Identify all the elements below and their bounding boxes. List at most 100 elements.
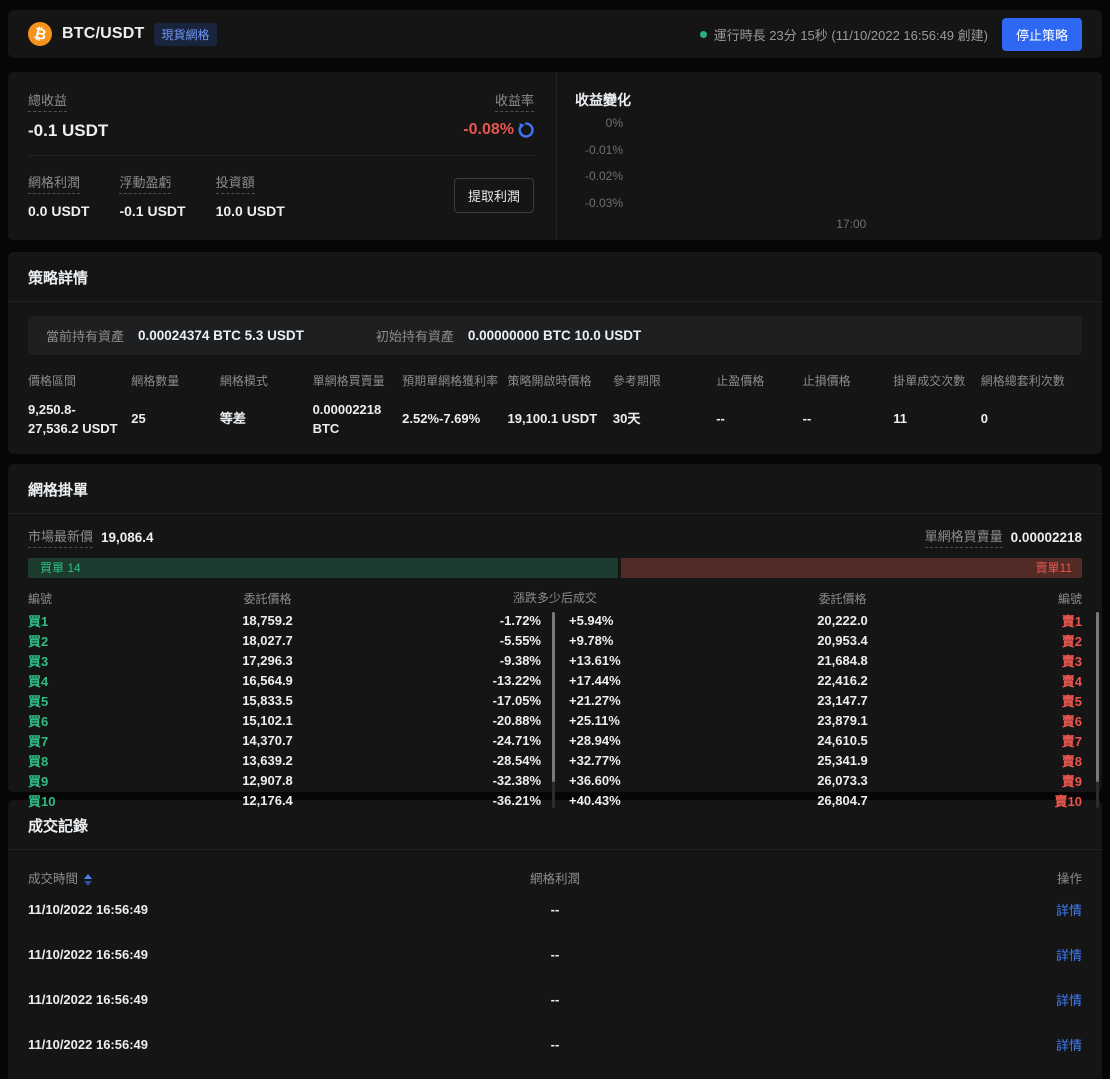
buy-order-row: 買515,833.5-17.05% — [28, 690, 555, 710]
order-price: 21,684.8 — [667, 653, 1018, 668]
order-price: 14,370.7 — [92, 733, 443, 748]
order-pct: +13.61% — [555, 653, 667, 668]
sort-icon[interactable] — [84, 874, 92, 886]
order-pct: +28.94% — [555, 733, 667, 748]
order-pct: +40.43% — [555, 793, 667, 808]
stat-investment: 投資額 10.0 USDT — [216, 172, 285, 219]
order-no: 賣10 — [1018, 791, 1082, 810]
stat-floating-pnl: 浮動盈虧 -0.1 USDT — [119, 172, 185, 219]
order-pct: -24.71% — [443, 733, 555, 748]
order-no: 賣4 — [1018, 671, 1082, 690]
order-no: 買6 — [28, 711, 92, 730]
details-link[interactable]: 詳情 — [1056, 1038, 1082, 1053]
order-price: 18,759.2 — [92, 613, 443, 628]
order-pct: +36.60% — [555, 773, 667, 788]
sell-order-row: +28.94%24,610.5賣7 — [555, 730, 1082, 750]
order-no: 賣3 — [1018, 651, 1082, 670]
chart-title: 收益變化 — [557, 72, 1102, 110]
holding-label: 初始持有資產 — [376, 326, 454, 345]
order-pct: -36.21% — [443, 793, 555, 808]
field-value: 2.52%-7.69% — [402, 410, 507, 430]
order-price: 26,804.7 — [667, 793, 1018, 808]
order-price: 13,639.2 — [92, 753, 443, 768]
field-value: 9,250.8-27,536.2 USDT — [28, 401, 131, 439]
running-dot-icon — [700, 31, 707, 38]
order-pct: -17.05% — [443, 693, 555, 708]
order-no: 賣5 — [1018, 691, 1082, 710]
per-grid-amount: 單網格買賣量 0.00002218 — [925, 526, 1082, 548]
field-label: 掛單成交次數 — [893, 372, 980, 389]
order-price: 20,222.0 — [667, 613, 1018, 628]
order-price: 22,416.2 — [667, 673, 1018, 688]
holdings-strip: 當前持有資產 0.00024374 BTC 5.3 USDT 初始持有資產 0.… — [28, 316, 1082, 355]
order-no: 賣7 — [1018, 731, 1082, 750]
field-value: -- — [716, 410, 802, 430]
buy-orders-list: 編號 委託價格 買118,759.2-1.72% 買218,027.7-5.55… — [28, 586, 555, 810]
order-pct: -20.88% — [443, 713, 555, 728]
field-value: 19,100.1 USDT — [508, 410, 613, 430]
withdraw-profit-button[interactable]: 提取利潤 — [454, 178, 534, 213]
sell-orders-bar: 賣單11 — [621, 558, 1082, 578]
field-value: 30天 — [613, 410, 716, 430]
column-header-no: 編號 — [1018, 590, 1082, 607]
section-title: 策略詳情 — [8, 252, 1102, 301]
order-pct: -13.22% — [443, 673, 555, 688]
divider — [8, 849, 1102, 850]
field-label: 網格總套利次數 — [981, 372, 1082, 389]
field-label: 網格模式 — [220, 372, 313, 389]
order-pct: -32.38% — [443, 773, 555, 788]
field-label: 參考期限 — [613, 372, 716, 389]
stop-strategy-button[interactable]: 停止策略 — [1002, 18, 1082, 51]
column-header-price: 委託價格 — [667, 590, 1018, 607]
order-price: 12,907.8 — [92, 773, 443, 788]
column-header-pct: 漲跌多少后成交 — [513, 586, 597, 610]
field-label: 止損價格 — [803, 372, 894, 389]
details-link[interactable]: 詳情 — [1056, 993, 1082, 1008]
scrollbar-thumb[interactable] — [1096, 612, 1099, 782]
sell-list-scrollbar[interactable] — [1096, 612, 1099, 808]
bitcoin-icon: ₿ — [28, 22, 52, 46]
stat-label: 投資額 — [216, 172, 255, 194]
order-pct: -1.72% — [443, 613, 555, 628]
order-no: 賣1 — [1018, 611, 1082, 630]
order-pct: +17.44% — [555, 673, 667, 688]
order-no: 買7 — [28, 731, 92, 750]
order-price: 17,296.3 — [92, 653, 443, 668]
sell-order-row: +17.44%22,416.2賣4 — [555, 670, 1082, 690]
stat-grid-profit: 網格利潤 0.0 USDT — [28, 172, 89, 219]
sell-order-row: +40.43%26,804.7賣10 — [555, 790, 1082, 810]
per-grid-value: 0.00002218 — [1011, 530, 1082, 545]
order-no: 買4 — [28, 671, 92, 690]
order-price: 12,176.4 — [92, 793, 443, 808]
order-no: 買9 — [28, 771, 92, 790]
per-grid-label: 單網格買賣量 — [925, 526, 1003, 548]
trade-records-panel: 成交記錄 成交時間 網格利潤 操作 11/10/2022 16:56:49--詳… — [8, 800, 1102, 1079]
x-tick: 17:00 — [836, 217, 866, 231]
buy-order-row: 買912,907.8-32.38% — [28, 770, 555, 790]
top-bar: ₿ BTC/USDT 現貨網格 運行時長 23分 15秒 (11/10/2022… — [8, 10, 1102, 58]
holding-label: 當前持有資產 — [46, 326, 124, 345]
trade-row: 11/10/2022 16:56:49--詳情 — [8, 1067, 1102, 1079]
divider — [28, 155, 534, 156]
trade-profit: -- — [551, 947, 560, 962]
field-label: 單網格買賣量 — [313, 372, 403, 389]
field-value: -- — [803, 410, 894, 430]
share-icon[interactable] — [518, 122, 534, 138]
trade-time: 11/10/2022 16:56:49 — [28, 947, 551, 962]
strategy-details-panel: 策略詳情 當前持有資產 0.00024374 BTC 5.3 USDT 初始持有… — [8, 252, 1102, 454]
details-link[interactable]: 詳情 — [1056, 903, 1082, 918]
order-price: 20,953.4 — [667, 633, 1018, 648]
income-summary: 總收益 -0.1 USDT 收益率 -0.08% — [8, 72, 557, 240]
details-link[interactable]: 詳情 — [1056, 948, 1082, 963]
trade-time: 11/10/2022 16:56:49 — [28, 1037, 551, 1052]
field-value: 0 — [981, 410, 1082, 430]
buy-order-row: 買416,564.9-13.22% — [28, 670, 555, 690]
y-tick: 0% — [557, 116, 623, 130]
stat-label: 網格利潤 — [28, 172, 80, 194]
sell-order-row: +13.61%21,684.8賣3 — [555, 650, 1082, 670]
order-pct: -9.38% — [443, 653, 555, 668]
grid-orders-panel: 網格掛單 市場最新價 19,086.4 單網格買賣量 0.00002218 買單… — [8, 464, 1102, 792]
order-no: 買8 — [28, 751, 92, 770]
grid-orders-table: 漲跌多少后成交 編號 委託價格 買118,759.2-1.72% 買218,02… — [28, 586, 1082, 810]
order-pct: +5.94% — [555, 613, 667, 628]
